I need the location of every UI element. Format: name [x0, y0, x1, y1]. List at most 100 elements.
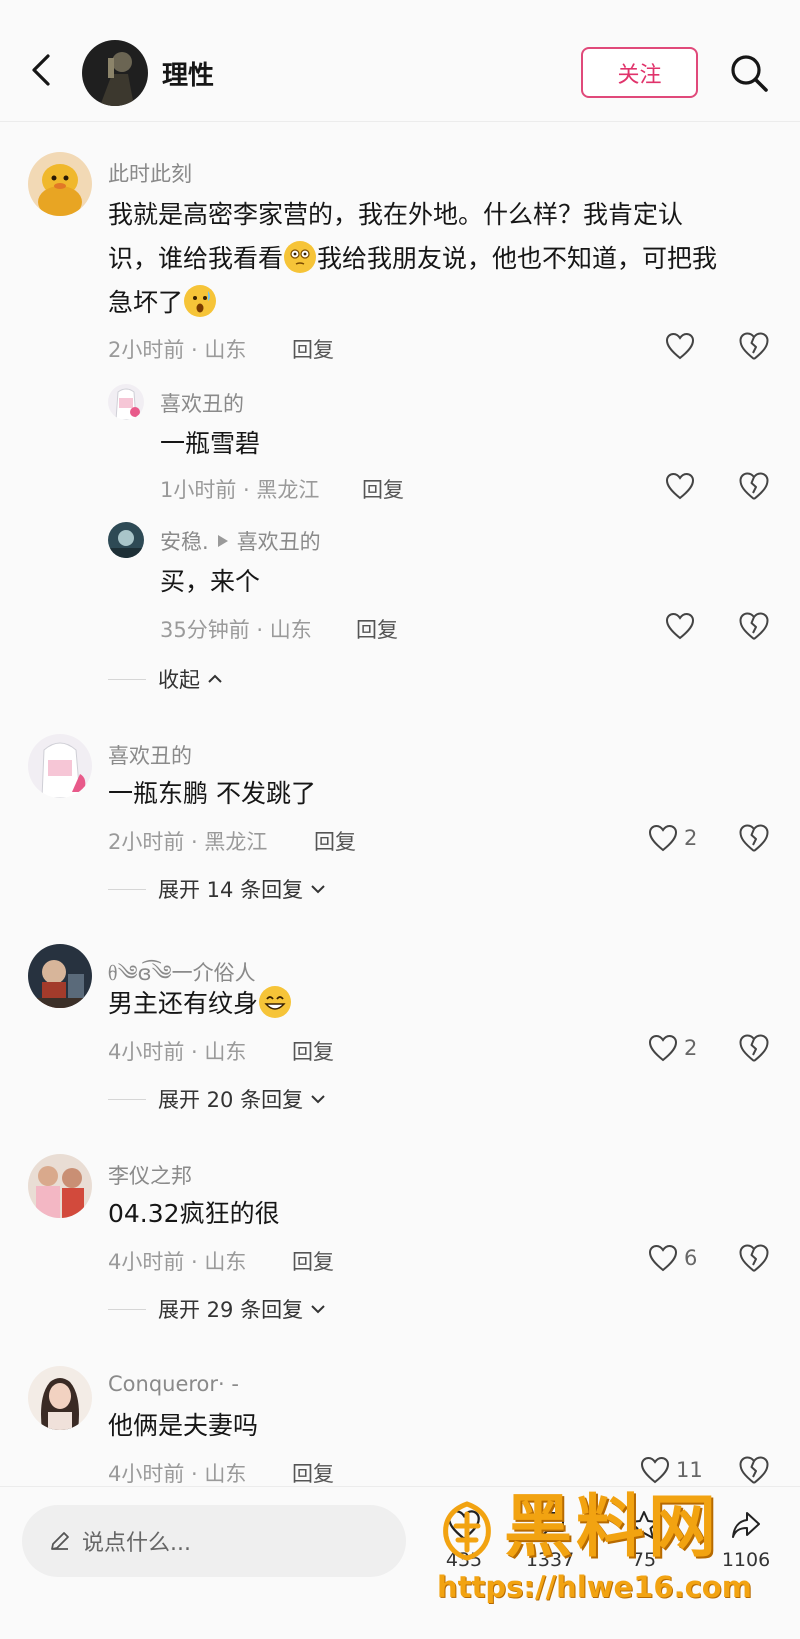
heart-icon — [640, 1456, 670, 1484]
broken-heart-icon[interactable] — [738, 1032, 770, 1064]
reply-button[interactable]: 回复 — [314, 826, 356, 856]
like-button[interactable]: 11 — [640, 1454, 703, 1486]
profile-avatar[interactable] — [82, 40, 148, 106]
comment-username[interactable]: 喜欢丑的 — [108, 740, 192, 770]
reply-to-arrow-icon — [217, 535, 228, 547]
collapse-label: 收起 — [158, 668, 200, 692]
divider — [108, 888, 146, 890]
like-count: 11 — [676, 1458, 703, 1482]
like-button[interactable] — [665, 470, 695, 502]
reply-username[interactable]: 安稳. — [160, 526, 209, 556]
expand-replies-button[interactable]: 展开 29 条回复 — [108, 1294, 327, 1324]
expand-label: 展开 14 条回复 — [158, 878, 304, 902]
chevron-up-icon — [208, 674, 222, 683]
avatar[interactable] — [108, 522, 144, 558]
heart-icon — [648, 1034, 678, 1062]
collapse-replies-button[interactable]: 收起 — [108, 664, 224, 694]
comment-text: 他俩是夫妻吗 — [108, 1411, 259, 1440]
comment-text-fragment: 识，谁给我看看 — [108, 244, 284, 273]
like-count: 2 — [684, 1036, 698, 1060]
like-button[interactable] — [665, 610, 695, 642]
reply-button[interactable]: 回复 — [292, 1458, 334, 1488]
reply-text: 一瓶雪碧 — [160, 429, 261, 458]
profile-name: 理性 — [162, 61, 215, 91]
comment-username[interactable]: Conqueror· - — [108, 1372, 239, 1396]
like-count: 2 — [684, 826, 698, 850]
expand-replies-button[interactable]: 展开 20 条回复 — [108, 1084, 327, 1114]
expand-label: 展开 29 条回复 — [158, 1298, 304, 1322]
heart-icon — [665, 612, 695, 640]
chevron-down-icon — [311, 1095, 325, 1104]
comment-meta: 4小时前 · 山东 — [108, 1040, 247, 1064]
search-icon[interactable] — [726, 50, 772, 96]
reply-to-username[interactable]: 喜欢丑的 — [237, 526, 321, 556]
comment-username[interactable]: 李仪之邦 — [108, 1160, 192, 1190]
like-count: 6 — [684, 1246, 698, 1270]
reply-text: 买，来个 — [160, 567, 261, 596]
heart-icon — [665, 332, 695, 360]
comment-input[interactable]: 说点什么... — [22, 1505, 406, 1577]
comment-text: 男主还有纹身 — [108, 982, 292, 1026]
broken-heart-icon[interactable] — [738, 1454, 770, 1486]
share-stat-count: 1106 — [721, 1549, 771, 1571]
broken-heart-icon[interactable] — [738, 1242, 770, 1274]
thinking-emoji-icon — [284, 241, 317, 273]
comment-meta: 4小时前 · 山东 — [108, 1462, 247, 1486]
avatar[interactable] — [28, 1366, 92, 1430]
heart-icon — [665, 472, 695, 500]
reply-username[interactable]: 喜欢丑的 — [160, 388, 244, 418]
expand-replies-button[interactable]: 展开 14 条回复 — [108, 874, 327, 904]
comment-text-line: 识，谁给我看看 我给我朋友说，他也不知道，可把我 — [108, 237, 768, 281]
comment-username[interactable]: 此时此刻 — [108, 158, 192, 188]
reply-button[interactable]: 回复 — [292, 1246, 334, 1276]
pencil-icon — [51, 1532, 69, 1550]
comment-text: 一瓶东鹏 不发跳了 — [108, 779, 316, 808]
comment-input-placeholder: 说点什么... — [82, 1531, 191, 1556]
comment-text-line: 我就是高密李家营的，我在外地。什么样？我肯定认 — [108, 200, 684, 229]
divider — [108, 1098, 146, 1100]
heart-icon — [648, 1244, 678, 1272]
reply-meta: 1小时前 · 黑龙江 — [160, 478, 320, 502]
worried-emoji-icon — [184, 285, 217, 317]
reply-meta: 35分钟前 · 山东 — [160, 618, 312, 642]
divider — [108, 1308, 146, 1310]
reply-header: 安稳. 喜欢丑的 — [160, 526, 321, 556]
follow-button[interactable]: 关注 — [581, 47, 698, 98]
reply-button[interactable]: 回复 — [362, 474, 404, 504]
comment-text-line: 急坏了 — [108, 281, 768, 325]
avatar[interactable] — [28, 944, 92, 1008]
top-bar: 理性 关注 — [0, 0, 800, 122]
avatar[interactable] — [28, 152, 92, 216]
broken-heart-icon[interactable] — [738, 610, 770, 642]
broken-heart-icon[interactable] — [738, 822, 770, 854]
comment-text-fragment: 男主还有纹身 — [108, 989, 259, 1018]
grinning-emoji-icon — [259, 986, 292, 1018]
comment-text-fragment: 急坏了 — [108, 288, 184, 317]
comment-text: 我就是高密李家营的，我在外地。什么样？我肯定认 识，谁给我看看 我给我朋友说，他也… — [108, 193, 768, 325]
reply-button[interactable]: 回复 — [292, 1036, 334, 1066]
like-button[interactable] — [665, 330, 695, 362]
like-button[interactable]: 2 — [648, 822, 697, 854]
reply-button[interactable]: 回复 — [292, 334, 334, 364]
comment-text-fragment: 我给我朋友说，他也不知道，可把我 — [317, 244, 718, 273]
avatar[interactable] — [108, 384, 144, 420]
watermark-logo-icon — [443, 1501, 491, 1561]
comment-meta: 2小时前 · 山东 — [108, 338, 247, 362]
avatar[interactable] — [28, 1154, 92, 1218]
reply-button[interactable]: 回复 — [356, 614, 398, 644]
heart-icon — [648, 824, 678, 852]
broken-heart-icon[interactable] — [738, 470, 770, 502]
share-stat[interactable]: 1106 — [716, 1509, 776, 1571]
watermark-title: 黑料网 — [504, 1488, 721, 1567]
like-button[interactable]: 2 — [648, 1032, 697, 1064]
like-button[interactable]: 6 — [648, 1242, 697, 1274]
divider — [108, 678, 146, 680]
comment-text: 04.32疯狂的很 — [108, 1199, 280, 1228]
watermark-url: https://hlwe16.com — [437, 1570, 752, 1604]
expand-label: 展开 20 条回复 — [158, 1088, 304, 1112]
chevron-down-icon — [311, 1305, 325, 1314]
comment-meta: 2小时前 · 黑龙江 — [108, 830, 268, 854]
avatar[interactable] — [28, 734, 92, 798]
broken-heart-icon[interactable] — [738, 330, 770, 362]
back-arrow-icon[interactable] — [24, 50, 60, 90]
